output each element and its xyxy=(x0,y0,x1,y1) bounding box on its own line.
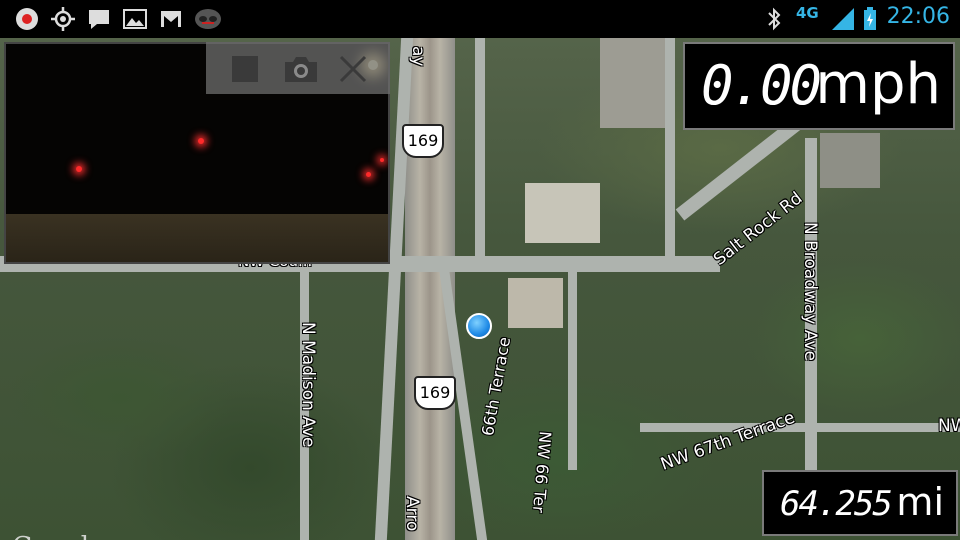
current-location-marker xyxy=(466,313,492,339)
nw-67th-road xyxy=(640,423,960,432)
traffic-light-1 xyxy=(198,138,204,144)
google-logo: Google xyxy=(12,532,104,540)
nw-66-ter-label: NW 66 Ter xyxy=(528,430,555,514)
n-broadway-ave-label: N Broadway Ave xyxy=(800,222,820,361)
close-icon[interactable] xyxy=(336,52,370,86)
salt-rock-road-label: Salt Rock Rd xyxy=(710,188,807,270)
camera-icon[interactable] xyxy=(281,54,321,84)
message-icon xyxy=(89,10,109,29)
highway-label-top: ay xyxy=(408,46,428,67)
network-type-label: 4G xyxy=(796,4,819,22)
lot-top xyxy=(600,38,665,128)
status-bar: 4G 22:06 xyxy=(0,0,960,38)
traffic-light-2 xyxy=(76,166,82,172)
lot-station xyxy=(508,278,563,328)
traffic-light-4 xyxy=(380,158,384,162)
camera-controls xyxy=(206,42,390,94)
lot-right xyxy=(820,133,880,188)
route-shield-upper: 169 xyxy=(402,124,444,158)
stop-button[interactable] xyxy=(232,56,258,82)
center-road xyxy=(568,270,577,470)
lot-upper xyxy=(525,183,600,243)
distance-unit: mi xyxy=(896,480,944,524)
highway-label-bottom: Arro xyxy=(402,496,422,532)
bluetooth-icon xyxy=(768,7,781,31)
distance-display: 64.255 mi xyxy=(762,470,958,536)
speed-display: 0.00 mph xyxy=(683,42,955,130)
speed-value: 0.00 xyxy=(701,54,822,117)
traffic-light-3 xyxy=(366,172,371,177)
nw-67th-terrace-label: NW 67th Terrace xyxy=(658,407,798,475)
signal-icon xyxy=(832,8,854,30)
image-icon xyxy=(123,9,147,29)
speed-unit: mph xyxy=(815,52,941,117)
nw-right-label: NW xyxy=(938,416,960,436)
gps-icon xyxy=(51,7,75,31)
record-icon xyxy=(16,8,38,30)
sixty-sixth-terrace-label: 66th Terrace xyxy=(478,335,515,438)
status-clock: 22:06 xyxy=(886,4,950,29)
camera-ground xyxy=(6,214,388,262)
battery-charging-icon xyxy=(864,7,876,30)
route-shield-lower: 169 xyxy=(414,376,456,410)
gmail-icon xyxy=(161,11,181,27)
n-madison-ave-label: N Madison Ave xyxy=(298,322,318,448)
distance-value: 64.255 xyxy=(780,484,893,524)
voicemail-icon xyxy=(195,9,221,29)
frontage-road-right xyxy=(475,38,485,263)
right-road xyxy=(665,38,675,263)
